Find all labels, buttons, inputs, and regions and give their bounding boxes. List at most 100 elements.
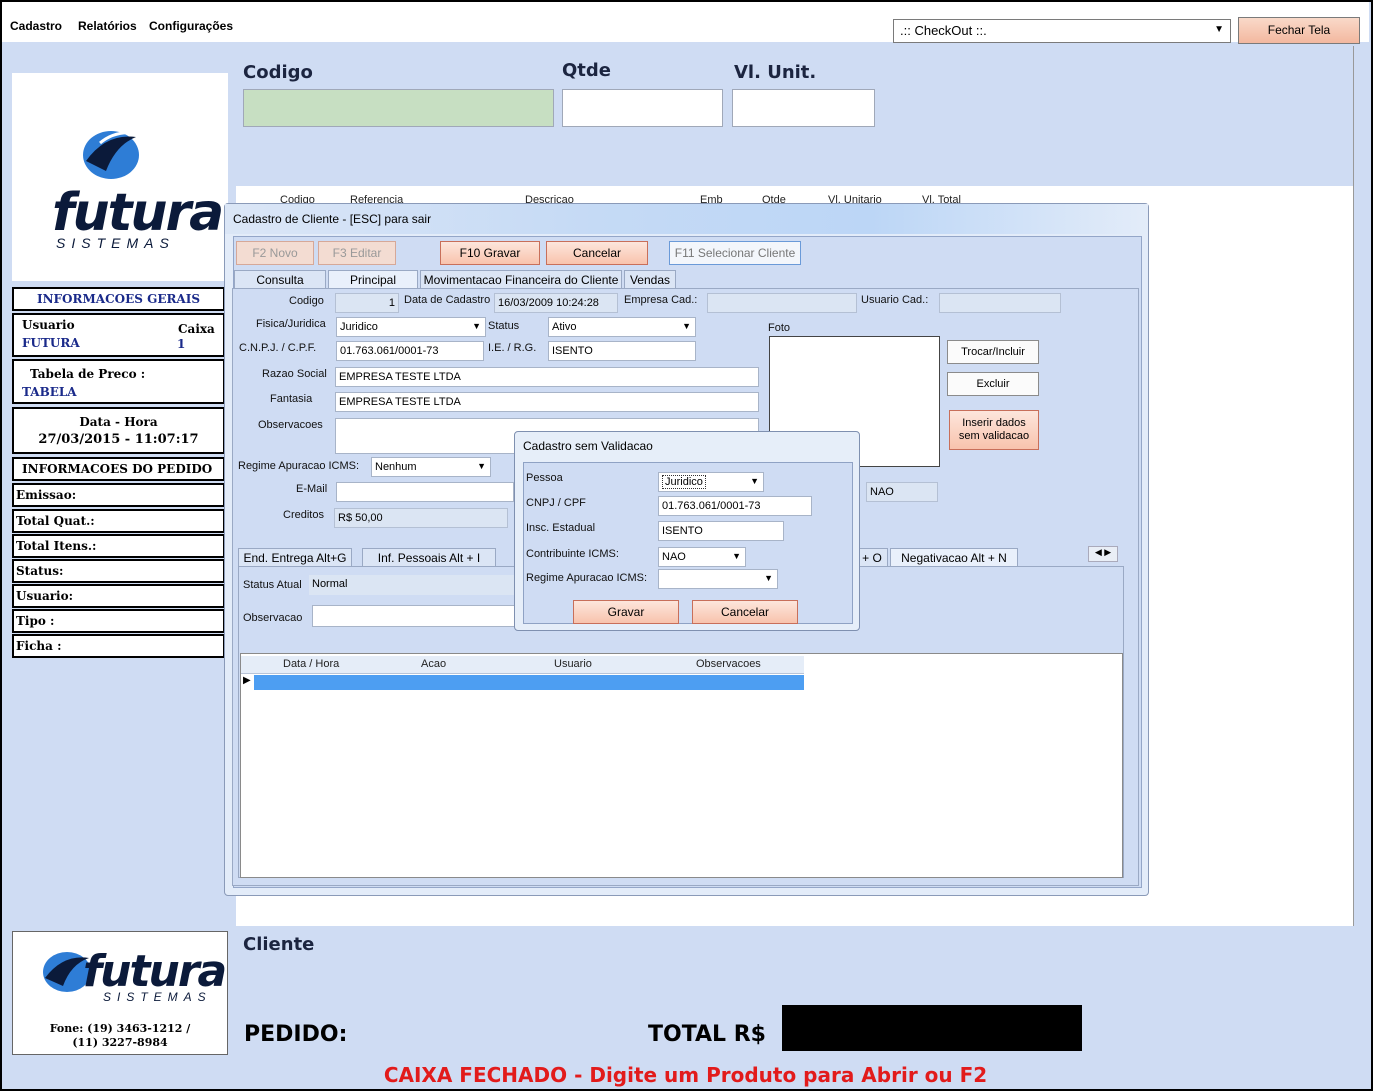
total-itens-field: Total Itens.: — [12, 534, 225, 558]
dialog-gravar-button[interactable]: Gravar — [573, 600, 679, 624]
email-field[interactable] — [336, 482, 514, 502]
vl-unit-input[interactable] — [732, 89, 875, 127]
observacao-label: Observacao — [243, 612, 303, 624]
caixa-value: 1 — [177, 337, 186, 351]
dialog-cnpj-field[interactable]: 01.763.061/0001-73 — [658, 496, 812, 516]
tabela-value: TABELA — [22, 385, 77, 399]
tab-vendas[interactable]: Vendas — [624, 270, 676, 288]
status-message: CAIXA FECHADO - Digite um Produto para A… — [2, 1061, 1369, 1089]
novo-button[interactable]: F2 Novo — [236, 241, 314, 265]
menu-configuracoes[interactable]: Configurações — [149, 19, 233, 33]
fone-line2: (11) 3227-8984 — [72, 1036, 168, 1049]
qtde-label: Qtde — [562, 60, 611, 81]
creditos-field[interactable]: R$ 50,00 — [334, 508, 508, 528]
tipo-field: Tipo : — [12, 609, 225, 633]
hist-header-datahora: Data / Hora — [283, 658, 340, 670]
usuario-value: FUTURA — [22, 336, 80, 350]
logo-sub: SISTEMAS — [56, 235, 175, 251]
cnpj-field[interactable]: 01.763.061/0001-73 — [336, 341, 484, 361]
dialog-regime-label: Regime Apuracao ICMS: — [526, 572, 648, 584]
editar-button[interactable]: F3 Editar — [318, 241, 396, 265]
usuario-box: Usuario FUTURA Caixa 1 — [12, 313, 225, 357]
codigo-field-label: Codigo — [289, 295, 324, 307]
pessoa-label: Pessoa — [526, 472, 563, 484]
nao-field[interactable]: NAO — [866, 482, 938, 502]
fechar-tela-button[interactable]: Fechar Tela — [1238, 17, 1360, 44]
observacao-field[interactable] — [312, 605, 522, 627]
logo-sub-bottom: SISTEMAS — [103, 990, 212, 1004]
datahora-value: 27/03/2015 - 11:07:17 — [38, 432, 199, 447]
logo-mark-icon — [83, 131, 139, 179]
trocar-incluir-button[interactable]: Trocar/Incluir — [947, 340, 1039, 364]
status-atual-value: Normal — [309, 575, 519, 595]
emissao-field: Emissao: — [12, 483, 225, 507]
ficha-field: Ficha : — [12, 634, 225, 658]
creditos-label: Creditos — [283, 509, 324, 521]
insc-estadual-field[interactable]: ISENTO — [658, 521, 784, 541]
tab-end-entrega[interactable]: End. Entrega Alt+G — [238, 548, 352, 566]
hist-header-acao: Acao — [421, 658, 447, 670]
status-label: Status — [488, 320, 520, 332]
usuario-label: Usuario — [22, 318, 75, 332]
cnpj-label: C.N.P.J. / C.P.F. — [239, 342, 317, 354]
table-row[interactable] — [254, 675, 804, 690]
contribuinte-select[interactable]: NAO ▼ — [658, 547, 746, 567]
excluir-foto-button[interactable]: Excluir — [947, 372, 1039, 396]
checkout-select-value: .:: CheckOut ::. — [900, 23, 987, 38]
dialog-title: Cadastro sem Validacao — [523, 439, 653, 453]
empresa-cad-field[interactable] — [707, 293, 857, 313]
total-quat-field: Total Quat.: — [12, 509, 225, 533]
status-select[interactable]: Ativo ▼ — [548, 317, 696, 337]
menu-cadastro[interactable]: Cadastro — [10, 19, 62, 33]
tab-scroll-arrows[interactable]: ◀ ▶ — [1088, 546, 1118, 562]
fisica-juridica-label: Fisica/Juridica — [256, 318, 326, 330]
codigo-label: Codigo — [243, 62, 313, 83]
window-title: Cadastro de Cliente - [ESC] para sair — [225, 204, 1148, 234]
caixa-label: Caixa — [178, 322, 215, 336]
dialog-cnpj-label: CNPJ / CPF — [526, 497, 586, 509]
fantasia-field[interactable]: EMPRESA TESTE LTDA — [335, 392, 759, 412]
codigo-input[interactable] — [243, 89, 554, 127]
fisica-juridica-select[interactable]: Juridico ▼ — [336, 317, 486, 337]
tab-negativacao[interactable]: Negativacao Alt + N — [890, 548, 1018, 566]
tab-movimentacao[interactable]: Movimentacao Financeira do Cliente — [420, 270, 622, 288]
observacoes-label: Observacoes — [258, 419, 323, 431]
contribuinte-label: Contribuinte ICMS: — [526, 548, 619, 560]
datahora-label: Data - Hora — [79, 415, 158, 429]
info-pedido-header: INFORMACOES DO PEDIDO — [12, 457, 225, 481]
logo-bottom: futura SISTEMAS Fone: (19) 3463-1212 / (… — [12, 931, 228, 1055]
dialog-regime-select[interactable]: ▼ — [658, 569, 778, 589]
ie-field[interactable]: ISENTO — [548, 341, 696, 361]
tab-consulta[interactable]: Consulta — [234, 270, 326, 288]
chevron-down-icon: ▼ — [764, 573, 773, 583]
tab-plus-o[interactable]: + O — [856, 548, 888, 566]
dialog-cancelar-button[interactable]: Cancelar — [692, 600, 798, 624]
codigo-field[interactable]: 1 — [335, 293, 399, 313]
selecionar-cliente-button[interactable]: F11 Selecionar Cliente — [669, 241, 801, 265]
menu-relatorios[interactable]: Relatórios — [78, 19, 137, 33]
regime-label: Regime Apuracao ICMS: — [238, 460, 360, 472]
pessoa-select[interactable]: Juridico ▼ — [658, 472, 764, 492]
hist-header-observacoes: Observacoes — [696, 658, 761, 670]
data-cadastro-label: Data de Cadastro — [404, 294, 491, 306]
inserir-sem-validacao-button[interactable]: Inserir dados sem validacao — [949, 410, 1039, 450]
vl-unit-label: Vl. Unit. — [734, 62, 817, 83]
scrollbar[interactable] — [1353, 46, 1367, 926]
qtde-input[interactable] — [562, 89, 723, 127]
empresa-cad-label: Empresa Cad.: — [624, 294, 698, 306]
checkout-select[interactable]: .:: CheckOut ::. ▼ — [893, 19, 1231, 43]
tab-inf-pessoais[interactable]: Inf. Pessoais Alt + I — [362, 548, 496, 566]
regime-select[interactable]: Nenhum ▼ — [371, 457, 491, 477]
gravar-button[interactable]: F10 Gravar — [440, 241, 540, 265]
data-cadastro-field[interactable]: 16/03/2009 10:24:28 — [494, 293, 618, 313]
logo-brand: futura — [52, 183, 224, 243]
tab-principal[interactable]: Principal — [328, 270, 418, 288]
usuario-cad-field[interactable] — [939, 293, 1061, 313]
tabela-box: Tabela de Preco : TABELA — [12, 359, 225, 404]
cancelar-button[interactable]: Cancelar — [546, 241, 648, 265]
usuario-cad-label: Usuario Cad.: — [861, 294, 929, 306]
status-atual-label: Status Atual — [243, 579, 302, 591]
razao-label: Razao Social — [262, 368, 327, 380]
chevron-down-icon: ▼ — [477, 461, 486, 471]
razao-field[interactable]: EMPRESA TESTE LTDA — [335, 367, 759, 387]
